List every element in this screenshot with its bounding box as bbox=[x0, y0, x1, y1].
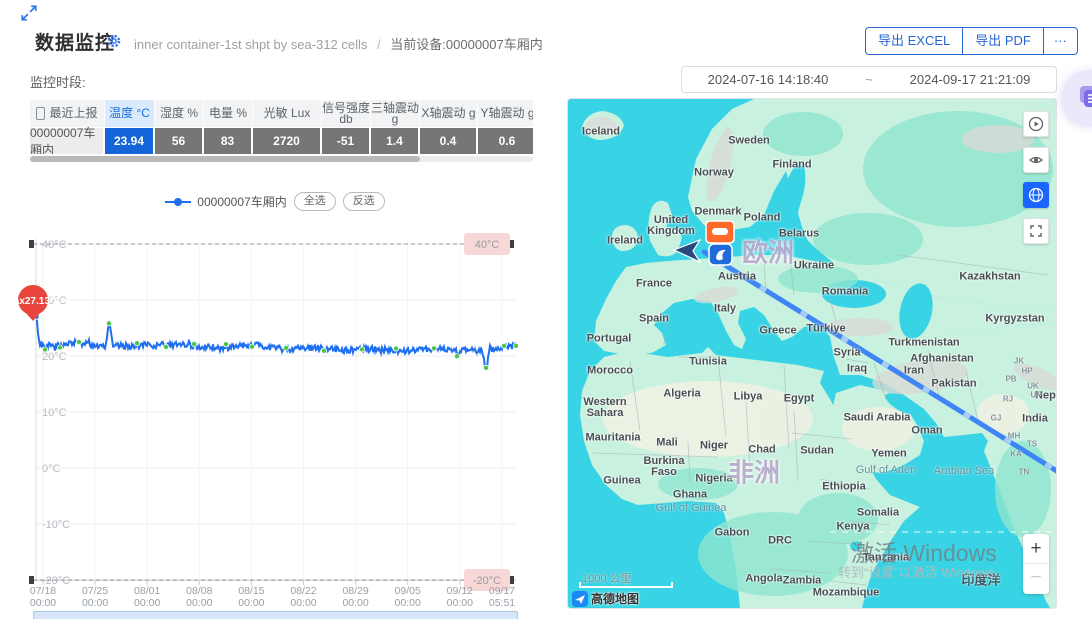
device-icon bbox=[36, 107, 45, 120]
column-header-5[interactable]: 信号强度 db bbox=[322, 100, 371, 127]
chart-datazoom-slider[interactable] bbox=[33, 611, 518, 619]
svg-text:0°C: 0°C bbox=[42, 463, 61, 475]
svg-text:00:00: 00:00 bbox=[447, 597, 473, 609]
invert-select-button[interactable]: 反选 bbox=[343, 192, 385, 211]
metric-value-cell-6[interactable]: 0.4 bbox=[420, 128, 478, 154]
column-header-7[interactable]: X轴震动 g bbox=[420, 100, 478, 127]
temperature-line-chart: 40°C-20°C40°C30°C20°C10°C0°C-10°C-20°Cma… bbox=[0, 225, 545, 619]
assistant-icon bbox=[1076, 84, 1092, 110]
table-row: 00000007车厢内23.9456832720-511.40.40.6 bbox=[30, 127, 533, 154]
svg-text:00:00: 00:00 bbox=[238, 597, 264, 609]
map-attribution[interactable]: 高德地图 bbox=[572, 590, 639, 607]
svg-text:00:00: 00:00 bbox=[30, 597, 56, 609]
table-header-row: 最近上报温度 °C湿度 %电量 %光敏 Lux信号强度 db三轴震动 gX轴震动… bbox=[30, 100, 533, 127]
svg-text:40°C: 40°C bbox=[42, 239, 67, 251]
table-scrollbar-thumb[interactable] bbox=[30, 156, 420, 162]
column-header-0[interactable]: 最近上报 bbox=[30, 100, 105, 127]
svg-text:08/22: 08/22 bbox=[290, 585, 316, 597]
metric-value-cell-1[interactable]: 56 bbox=[155, 128, 204, 154]
legend-series-label: 00000007车厢内 bbox=[197, 193, 286, 210]
svg-text:09/17: 09/17 bbox=[489, 585, 515, 597]
breadcrumb-current-device: 当前设备:00000007车厢内 bbox=[390, 37, 542, 52]
svg-text:05:51: 05:51 bbox=[489, 597, 515, 609]
visibility-button[interactable] bbox=[1023, 147, 1049, 173]
device-name-cell: 00000007车厢内 bbox=[30, 128, 105, 154]
svg-text:00:00: 00:00 bbox=[82, 597, 108, 609]
column-header-6[interactable]: 三轴震动 g bbox=[371, 100, 420, 127]
breadcrumb: inner container-1st shpt by sea-312 cell… bbox=[134, 34, 543, 53]
map-zoom-control: + − bbox=[1023, 534, 1049, 594]
metric-value-cell-0[interactable]: 23.94 bbox=[105, 128, 155, 154]
monitor-period-label: 监控时段: bbox=[30, 72, 86, 91]
vehicle-marker[interactable] bbox=[706, 221, 734, 243]
svg-text:00:00: 00:00 bbox=[186, 597, 212, 609]
export-button-group: 导出 EXCEL 导出 PDF ··· bbox=[865, 27, 1078, 53]
table-horizontal-scrollbar bbox=[30, 156, 533, 162]
map-canvas[interactable] bbox=[568, 99, 1056, 608]
breadcrumb-separator: / bbox=[377, 37, 381, 52]
svg-text:10°C: 10°C bbox=[42, 407, 67, 419]
fullscreen-button[interactable] bbox=[1023, 218, 1049, 244]
column-header-4[interactable]: 光敏 Lux bbox=[253, 100, 322, 127]
gear-icon[interactable] bbox=[106, 33, 122, 49]
series-marker-icon bbox=[165, 197, 191, 207]
svg-text:00:00: 00:00 bbox=[395, 597, 421, 609]
svg-text:40°C: 40°C bbox=[475, 239, 500, 251]
svg-text:20°C: 20°C bbox=[42, 351, 67, 363]
metric-value-cell-2[interactable]: 83 bbox=[204, 128, 253, 154]
svg-text:07/18: 07/18 bbox=[30, 585, 56, 597]
svg-text:00:00: 00:00 bbox=[134, 597, 160, 609]
metric-value-cell-7[interactable]: 0.6 bbox=[478, 128, 533, 154]
svg-text:09/05: 09/05 bbox=[395, 585, 421, 597]
svg-text:07/25: 07/25 bbox=[82, 585, 108, 597]
assistant-float-button[interactable] bbox=[1062, 70, 1092, 124]
svg-text:08/01: 08/01 bbox=[134, 585, 160, 597]
date-start-input[interactable]: 2024-07-16 14:18:40 bbox=[682, 72, 854, 87]
svg-text:09/12: 09/12 bbox=[447, 585, 473, 597]
device-marker[interactable] bbox=[709, 244, 732, 265]
fullscreen-icon bbox=[1028, 223, 1044, 239]
map-panel[interactable]: IcelandNorwaySwedenFinlandDenmarkUnited … bbox=[567, 98, 1057, 609]
map-scale-bar bbox=[579, 582, 673, 588]
data-monitor-page: 数据监控 inner container-1st shpt by sea-312… bbox=[0, 0, 1092, 619]
device-metrics-table: 最近上报温度 °C湿度 %电量 %光敏 Lux信号强度 db三轴震动 gX轴震动… bbox=[30, 100, 533, 154]
page-title: 数据监控 bbox=[35, 28, 115, 55]
globe-icon bbox=[1028, 187, 1044, 203]
zoom-in-button[interactable]: + bbox=[1023, 534, 1049, 564]
more-actions-button[interactable]: ··· bbox=[1043, 27, 1078, 55]
svg-text:00:00: 00:00 bbox=[290, 597, 316, 609]
column-header-2[interactable]: 湿度 % bbox=[155, 100, 204, 127]
export-pdf-button[interactable]: 导出 PDF bbox=[962, 27, 1044, 55]
column-header-3[interactable]: 电量 % bbox=[204, 100, 253, 127]
eye-icon bbox=[1028, 152, 1044, 168]
svg-text:00:00: 00:00 bbox=[342, 597, 368, 609]
date-end-input[interactable]: 2024-09-17 21:21:09 bbox=[884, 72, 1056, 87]
column-header-1[interactable]: 温度 °C bbox=[105, 100, 155, 127]
date-range-tilde: ~ bbox=[854, 72, 884, 87]
expand-corner-icon[interactable] bbox=[20, 4, 38, 22]
svg-text:08/29: 08/29 bbox=[342, 585, 368, 597]
breadcrumb-shipment: inner container-1st shpt by sea-312 cell… bbox=[134, 37, 367, 52]
metric-value-cell-4[interactable]: -51 bbox=[322, 128, 371, 154]
zoom-out-button[interactable]: − bbox=[1023, 564, 1049, 593]
metric-value-cell-3[interactable]: 2720 bbox=[253, 128, 322, 154]
map-layer-button[interactable] bbox=[1023, 182, 1049, 208]
legend-item-device[interactable]: 00000007车厢内 bbox=[165, 193, 286, 210]
select-all-button[interactable]: 全选 bbox=[294, 192, 336, 211]
chart-legend: 00000007车厢内 全选 反选 bbox=[30, 192, 520, 211]
export-excel-button[interactable]: 导出 EXCEL bbox=[865, 27, 963, 55]
svg-text:max27.13°C: max27.13°C bbox=[5, 296, 61, 307]
metric-value-cell-5[interactable]: 1.4 bbox=[371, 128, 420, 154]
date-range-picker[interactable]: 2024-07-16 14:18:40 ~ 2024-09-17 21:21:0… bbox=[681, 66, 1057, 93]
play-track-button[interactable] bbox=[1023, 111, 1049, 137]
svg-text:-10°C: -10°C bbox=[42, 519, 70, 531]
amap-logo-icon bbox=[572, 591, 588, 607]
amap-logo-text: 高德地图 bbox=[591, 590, 639, 607]
column-header-8[interactable]: Y轴震动 g bbox=[478, 100, 533, 127]
svg-text:08/15: 08/15 bbox=[238, 585, 264, 597]
play-icon bbox=[1028, 116, 1044, 132]
svg-text:08/08: 08/08 bbox=[186, 585, 212, 597]
